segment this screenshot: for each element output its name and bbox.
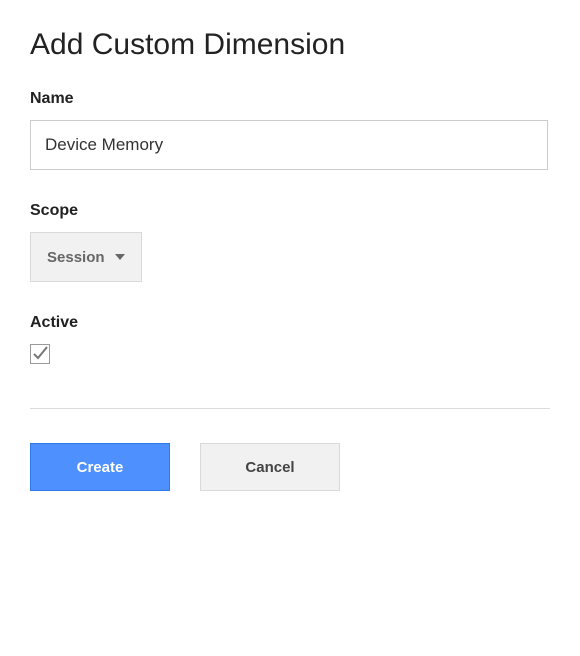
name-field-group: Name	[30, 90, 550, 170]
caret-down-icon	[115, 254, 125, 260]
button-row: Create Cancel	[30, 443, 550, 491]
active-label: Active	[30, 314, 550, 332]
scope-dropdown[interactable]: Session	[30, 232, 142, 282]
create-button[interactable]: Create	[30, 443, 170, 491]
page-title: Add Custom Dimension	[30, 28, 550, 62]
name-input[interactable]	[30, 120, 548, 170]
checkmark-icon	[31, 345, 49, 363]
scope-field-group: Scope Session	[30, 202, 550, 282]
name-label: Name	[30, 90, 550, 108]
active-field-group: Active	[30, 314, 550, 368]
divider	[30, 408, 550, 409]
scope-selected-value: Session	[47, 249, 105, 266]
scope-label: Scope	[30, 202, 550, 220]
cancel-button[interactable]: Cancel	[200, 443, 340, 491]
active-checkbox[interactable]	[30, 344, 50, 364]
